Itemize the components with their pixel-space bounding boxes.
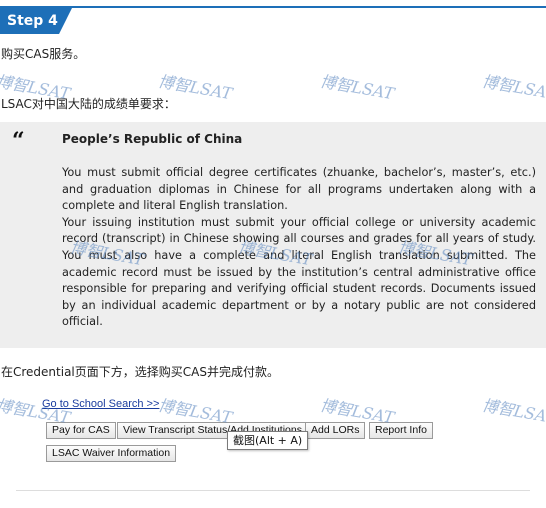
lsac-waiver-button[interactable]: LSAC Waiver Information: [46, 445, 177, 462]
report-info-button[interactable]: Report Info: [369, 422, 433, 439]
quote-title: People’s Republic of China: [62, 132, 243, 146]
top-rule: [0, 6, 546, 8]
screenshot-tooltip: 截图(Alt + A): [227, 431, 309, 450]
bottom-divider: [16, 490, 530, 491]
quote-body: You must submit official degree certific…: [62, 165, 536, 331]
watermark: 博智LSAT: [318, 71, 396, 104]
watermark: 博智LSAT: [480, 71, 546, 104]
step-badge: Step 4: [0, 8, 72, 34]
pay-for-cas-button[interactable]: Pay for CAS: [46, 422, 116, 439]
watermark: 博智LSAT: [480, 395, 546, 428]
quote-mark-icon: “: [12, 128, 25, 154]
quote-paragraph-transcript: Your issuing institution must submit you…: [62, 215, 536, 329]
quote-paragraph-degree: You must submit official degree certific…: [62, 166, 536, 213]
quote-box: “ People’s Republic of China You must su…: [0, 122, 546, 348]
requirements-text: LSAC对中国大陆的成绩单要求：: [1, 97, 176, 111]
school-search-link[interactable]: Go to School Search >>: [42, 398, 159, 410]
add-lors-button[interactable]: Add LORs: [305, 422, 366, 439]
intro-text: 购买CAS服务。: [1, 47, 86, 61]
instruction-text: 在Credential页面下方，选择购买CAS并完成付款。: [1, 365, 279, 379]
